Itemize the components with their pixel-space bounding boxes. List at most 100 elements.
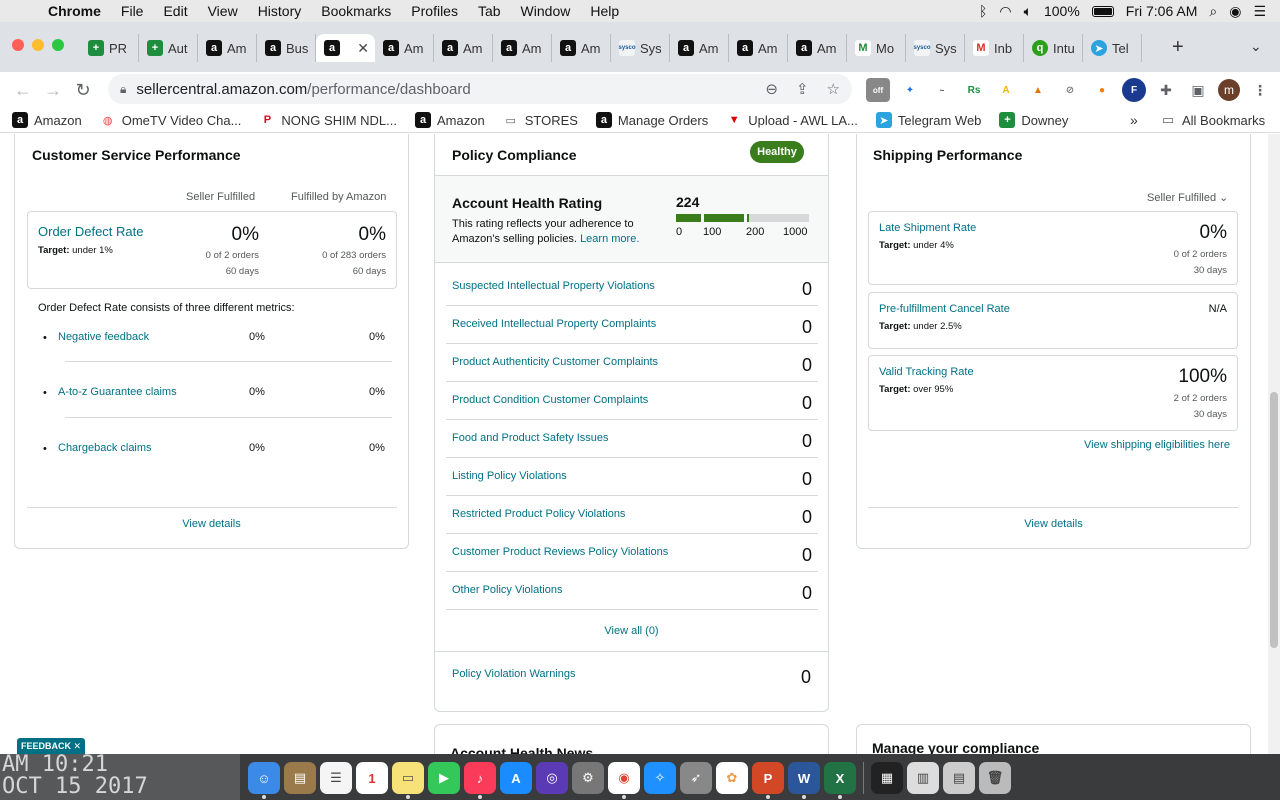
bookmark-item[interactable]: ➤ Telegram Web bbox=[875, 112, 981, 128]
menu-window[interactable]: Window bbox=[511, 3, 581, 19]
share-icon[interactable]: ⇪ bbox=[796, 80, 809, 98]
bookmark-item[interactable]: ▭ STORES bbox=[502, 112, 578, 128]
extension-shield-icon[interactable]: ✦ bbox=[898, 78, 922, 102]
extension-jungle-icon[interactable]: ~ bbox=[930, 78, 954, 102]
finder-icon[interactable]: ☺ bbox=[248, 762, 280, 799]
policy-row-link[interactable]: Restricted Product Policy Violations bbox=[452, 508, 625, 520]
tab-search-chevron-icon[interactable]: ⌄ bbox=[1250, 38, 1262, 55]
shipping-view-details-link[interactable]: View details bbox=[857, 518, 1250, 530]
excel-icon[interactable]: X bbox=[824, 762, 856, 799]
chrome-menu-icon[interactable]: ⋮ bbox=[1248, 78, 1272, 102]
policy-violation-warnings-link[interactable]: Policy Violation Warnings bbox=[452, 668, 576, 680]
music-icon[interactable]: ♪ bbox=[464, 762, 496, 799]
menu-history[interactable]: History bbox=[248, 3, 312, 19]
browser-tab[interactable]: a Am bbox=[729, 34, 788, 62]
documents-stack-icon[interactable]: ▥ bbox=[907, 762, 939, 794]
browser-tab[interactable]: sysco Sys bbox=[611, 34, 670, 62]
bookmark-star-icon[interactable]: ☆ bbox=[827, 80, 840, 98]
cs-view-details-link[interactable]: View details bbox=[15, 518, 408, 530]
pre-fulfillment-cancel-rate-link[interactable]: Pre-fulfillment Cancel Rate bbox=[879, 303, 1010, 315]
new-tab-button[interactable]: + bbox=[1172, 36, 1184, 59]
browser-tab[interactable]: ➤ Tel bbox=[1083, 34, 1142, 62]
extension-orange-icon[interactable]: ● bbox=[1090, 78, 1114, 102]
menubar-clock[interactable]: Fri 7:06 AM bbox=[1126, 3, 1198, 19]
menu-bookmarks[interactable]: Bookmarks bbox=[311, 3, 401, 19]
menu-tab[interactable]: Tab bbox=[468, 3, 511, 19]
volume-icon[interactable]: 🔈︎ bbox=[1024, 3, 1032, 20]
browser-tab[interactable]: a Bus bbox=[257, 34, 316, 62]
extension-keepa-icon[interactable]: ▲ bbox=[1026, 78, 1050, 102]
launchpad-icon[interactable]: ➶ bbox=[680, 762, 712, 794]
extension-off-icon[interactable]: off bbox=[866, 78, 890, 102]
browser-tab[interactable]: sysco Sys bbox=[906, 34, 965, 62]
menu-file[interactable]: File bbox=[111, 3, 154, 19]
a-to-z-claims-link[interactable]: A-to-z Guarantee claims bbox=[58, 386, 177, 398]
browser-tab[interactable]: a Am bbox=[493, 34, 552, 62]
bookmark-item[interactable]: ◍ OmeTV Video Cha... bbox=[99, 112, 241, 128]
zoom-window-button[interactable] bbox=[52, 39, 64, 51]
browser-tab[interactable]: a Am bbox=[552, 34, 611, 62]
address-bar[interactable]: 🔒︎ sellercentral.amazon.com/performance/… bbox=[108, 74, 852, 104]
facetime-icon[interactable]: ▶ bbox=[428, 762, 460, 794]
scrollbar-thumb[interactable] bbox=[1270, 392, 1278, 648]
extension-ar-icon[interactable]: A bbox=[994, 78, 1018, 102]
policy-row-link[interactable]: Suspected Intellectual Property Violatio… bbox=[452, 280, 655, 292]
bookmark-item[interactable]: a Amazon bbox=[12, 112, 82, 128]
browser-tab[interactable]: M Mo bbox=[847, 34, 906, 62]
policy-row-link[interactable]: Other Policy Violations bbox=[452, 584, 562, 596]
feedback-button[interactable]: FEEDBACK ✕ bbox=[17, 738, 85, 755]
calendar-icon[interactable]: 1 bbox=[356, 762, 388, 794]
menu-profiles[interactable]: Profiles bbox=[401, 3, 468, 19]
system-preferences-icon[interactable]: ⚙ bbox=[572, 762, 604, 794]
extension-rs-icon[interactable]: Rs bbox=[962, 78, 986, 102]
notes-brown-icon[interactable]: ▤ bbox=[284, 762, 316, 794]
bookmark-item[interactable]: a Manage Orders bbox=[595, 112, 708, 128]
browser-tab[interactable]: a Am bbox=[198, 34, 257, 62]
word-icon[interactable]: W bbox=[788, 762, 820, 799]
profile-avatar[interactable]: m bbox=[1218, 79, 1240, 101]
browser-tab[interactable]: + PR bbox=[80, 34, 139, 62]
lock-icon[interactable]: 🔒︎ bbox=[120, 82, 126, 97]
negative-feedback-link[interactable]: Negative feedback bbox=[58, 331, 149, 343]
minimize-window-button[interactable] bbox=[32, 39, 44, 51]
policy-view-all-link[interactable]: View all (0) bbox=[435, 625, 828, 637]
extensions-puzzle-icon[interactable]: ✚ bbox=[1154, 78, 1178, 102]
browser-tab[interactable]: a Am bbox=[375, 34, 434, 62]
browser-tab[interactable]: a Am bbox=[788, 34, 847, 62]
browser-tab[interactable]: q Intu bbox=[1024, 34, 1083, 62]
menu-help[interactable]: Help bbox=[580, 3, 629, 19]
chargeback-claims-link[interactable]: Chargeback claims bbox=[58, 442, 152, 454]
bookmark-item[interactable]: ▼ Upload - AWL LA... bbox=[726, 112, 858, 128]
bookmark-item[interactable]: + Downey bbox=[999, 112, 1068, 128]
learn-more-link[interactable]: Learn more. bbox=[580, 233, 639, 245]
close-tab-icon[interactable]: ✕ bbox=[357, 40, 369, 57]
policy-row-link[interactable]: Product Authenticity Customer Complaints bbox=[452, 356, 658, 368]
bookmarks-overflow-button[interactable]: » bbox=[1130, 112, 1138, 128]
browser-tab[interactable]: a Am bbox=[670, 34, 729, 62]
late-shipment-rate-link[interactable]: Late Shipment Rate bbox=[879, 222, 976, 234]
policy-row-link[interactable]: Product Condition Customer Complaints bbox=[452, 394, 648, 406]
policy-row-link[interactable]: Listing Policy Violations bbox=[452, 470, 567, 482]
extension-link-icon[interactable]: ⊘ bbox=[1058, 78, 1082, 102]
browser-tab[interactable]: + Aut bbox=[139, 34, 198, 62]
trash-icon[interactable]: 🗑︎ bbox=[979, 762, 1011, 794]
all-bookmarks-button[interactable]: ▭ All Bookmarks bbox=[1160, 112, 1265, 128]
screenshots-stack-icon[interactable]: ▤ bbox=[943, 762, 975, 794]
siri-dock-icon[interactable]: ◎ bbox=[536, 762, 568, 794]
extension-f-icon[interactable]: F bbox=[1122, 78, 1146, 102]
browser-tab[interactable]: a Am bbox=[434, 34, 493, 62]
policy-row-link[interactable]: Received Intellectual Property Complaint… bbox=[452, 318, 656, 330]
valid-tracking-rate-link[interactable]: Valid Tracking Rate bbox=[879, 366, 974, 378]
browser-tab[interactable]: M Inb bbox=[965, 34, 1024, 62]
reminders-icon[interactable]: ☰ bbox=[320, 762, 352, 794]
app-store-icon[interactable]: A bbox=[500, 762, 532, 794]
spotlight-search-icon[interactable]: ⌕ bbox=[1209, 3, 1217, 20]
menu-view[interactable]: View bbox=[198, 3, 248, 19]
side-panel-icon[interactable]: ▣ bbox=[1186, 78, 1210, 102]
powerpoint-icon[interactable]: P bbox=[752, 762, 784, 799]
bluetooth-icon[interactable]: ᛒ bbox=[979, 3, 987, 19]
battery-icon[interactable] bbox=[1091, 5, 1114, 17]
wifi-icon[interactable]: ◠ bbox=[999, 3, 1011, 20]
siri-icon[interactable]: ◉ bbox=[1229, 3, 1241, 20]
control-center-icon[interactable]: ☰ bbox=[1253, 3, 1266, 20]
